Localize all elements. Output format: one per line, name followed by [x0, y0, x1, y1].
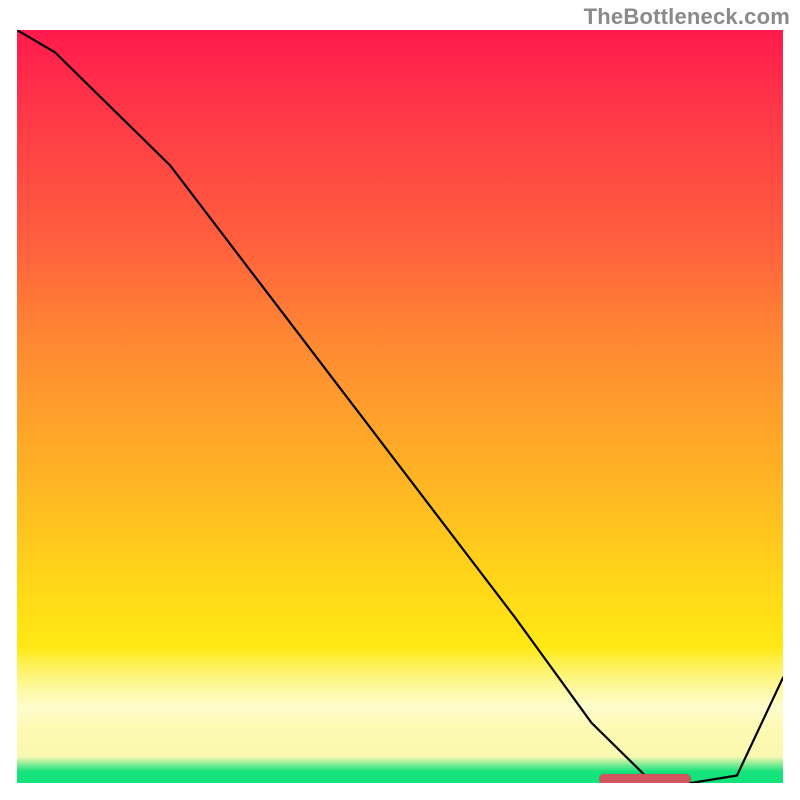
attribution-text: TheBottleneck.com: [584, 4, 790, 30]
bottleneck-curve: [17, 30, 783, 783]
plot-area: [17, 30, 783, 783]
curve-path: [17, 30, 783, 783]
chart-canvas: TheBottleneck.com: [0, 0, 800, 800]
optimal-range-marker: [599, 774, 691, 783]
